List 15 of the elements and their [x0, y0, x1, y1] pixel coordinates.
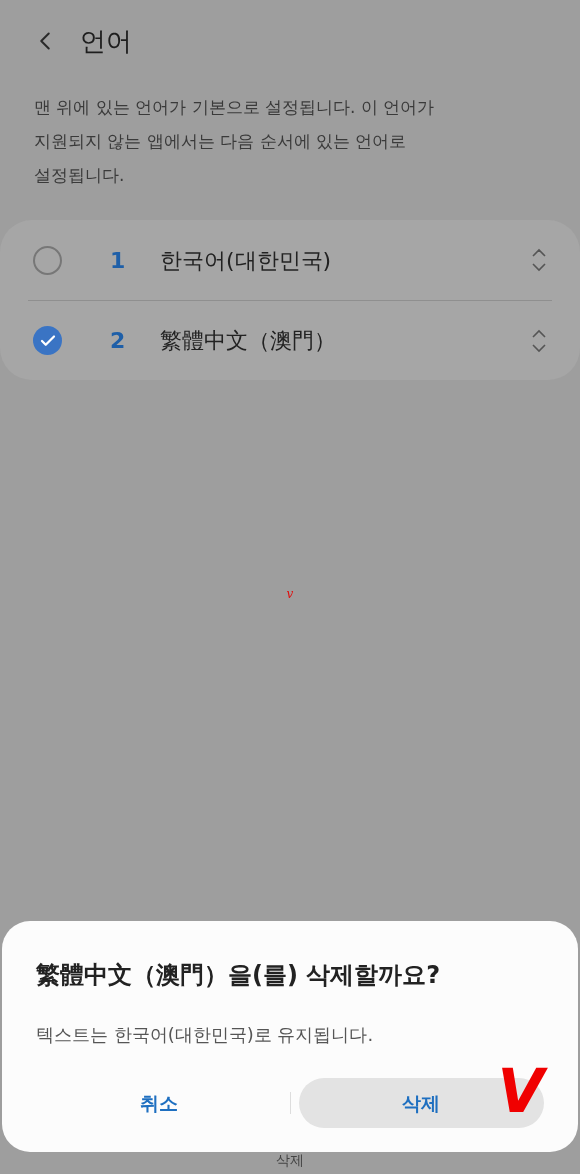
- page-title: 언어: [80, 24, 132, 58]
- dialog-button[interactable]: 취소: [36, 1078, 282, 1128]
- order-number: 1: [110, 246, 127, 275]
- bottom-bar-label: 삭제: [276, 1152, 304, 1168]
- reorder-icon[interactable]: [531, 327, 547, 354]
- language-name: 繁體中文（澳門）: [160, 327, 337, 355]
- dialog-message: 텍스트는 한국어(대한민국)로 유지됩니다.: [36, 1023, 375, 1047]
- checkbox[interactable]: [33, 326, 62, 355]
- checkbox[interactable]: [33, 245, 62, 275]
- annotation-mark: v: [286, 586, 294, 603]
- order-number: 2: [110, 327, 127, 355]
- reorder-icon[interactable]: [531, 247, 547, 273]
- description-text: 맨 위에 있는 언어가 기본으로 설정됩니다. 이 언어가 지원되지 않는 앱에서는 다음 순서에 있는 언어로 설정됩니다.: [33, 96, 436, 187]
- language-name: 한국어(대한민국): [160, 246, 333, 275]
- dialog-title: 繁體中文（澳門）을(를) 삭제할까요?: [36, 960, 442, 991]
